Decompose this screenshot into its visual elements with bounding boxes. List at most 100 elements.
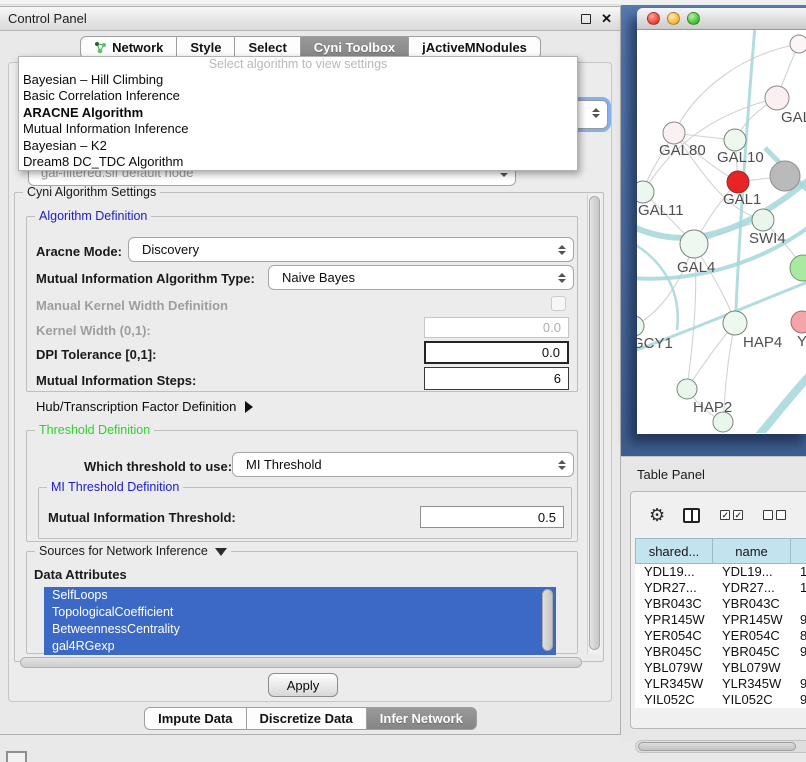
network-graph: GALGAL80GAL10GAL1GAL11SWI4GAL4GCY1HAP4YH… (637, 30, 806, 433)
dpi-tolerance-field[interactable]: 0.0 (424, 341, 569, 364)
mi-steps-field[interactable]: 6 (424, 367, 569, 390)
table-cell: YER054C (635, 628, 713, 644)
app-toolbar-edge (0, 0, 621, 5)
table-row[interactable]: YPR145WYPR145W9. (635, 612, 806, 628)
network-node-gal80[interactable] (663, 122, 685, 144)
table-cell: YDL19... (713, 564, 791, 580)
tab-infer-network[interactable]: Infer Network (367, 707, 477, 730)
settings-horizontal-scrollbar[interactable] (20, 657, 582, 668)
table-row[interactable]: YDR27...YDR27...12 (635, 580, 806, 596)
popup-hint: Select algorithm to view settings (19, 57, 577, 72)
aracne-mode-value: Discovery (142, 242, 199, 257)
network-node-gcy1[interactable] (637, 316, 644, 336)
table-cell: YBR043C (713, 596, 791, 612)
mi-threshold-field[interactable]: 0.5 (420, 506, 564, 528)
kernel-width-value: 0.0 (543, 320, 561, 335)
dpi-tolerance-label: DPI Tolerance [0,1]: (36, 347, 156, 363)
tab-discretize-data[interactable]: Discretize Data (247, 707, 367, 730)
tab-label: Network (112, 40, 163, 55)
algorithm-option[interactable]: Basic Correlation Inference (19, 88, 577, 104)
expanded-arrow-icon (215, 548, 227, 556)
table-panel-title: Table Panel (637, 467, 705, 482)
algorithm-option[interactable]: Bayesian – Hill Climbing (19, 72, 577, 88)
network-node-gal4[interactable] (680, 230, 708, 258)
data-attributes-list[interactable]: SelfLoopsTopologicalCoefficientBetweenne… (44, 587, 556, 655)
table-row[interactable]: YER054CYER054C8. (635, 628, 806, 644)
settings-group-title: Cyni Algorithm Settings (23, 185, 160, 199)
network-node-gal[interactable] (765, 86, 789, 110)
table-row[interactable]: YBR045CYBR045C9. (635, 644, 806, 660)
column-header[interactable]: A (791, 538, 806, 564)
network-node-hap2[interactable] (677, 379, 697, 399)
network-canvas[interactable]: GALGAL80GAL10GAL1GAL11SWI4GAL4GCY1HAP4YH… (637, 30, 806, 433)
network-node-y[interactable] (791, 311, 806, 333)
network-edge (637, 244, 694, 326)
table-cell: YBR045C (635, 644, 713, 660)
table-row[interactable]: YLR345WYLR345W9. (635, 676, 806, 692)
settings-gear-icon[interactable]: ⚙ (649, 506, 665, 524)
mi-type-combo[interactable]: Naive Bayes (268, 265, 574, 290)
table-row[interactable]: YBL079WYBL079W (635, 660, 806, 676)
network-node-gal1[interactable] (727, 171, 749, 193)
minimize-window-icon[interactable] (667, 12, 680, 25)
table-cell: YBR045C (713, 644, 791, 660)
which-threshold-combo[interactable]: MI Threshold (232, 452, 574, 477)
table-cell: 9. (791, 644, 806, 660)
network-node-hap4[interactable] (723, 311, 747, 335)
node-label: GAL11 (638, 202, 684, 219)
attribute-list-item[interactable]: gal4RGexp (44, 638, 556, 655)
float-window-icon[interactable] (581, 14, 591, 24)
panel-title: Control Panel (8, 11, 87, 26)
table-cell: 9. (791, 676, 806, 692)
deselect-all-checkboxes-icon[interactable] (763, 510, 786, 520)
attribute-list-item[interactable]: TopologicalCoefficient (44, 604, 556, 621)
network-node-gal11[interactable] (637, 181, 654, 203)
minimized-panel-icon[interactable] (6, 751, 27, 762)
table-row[interactable]: YDL19...YDL19...13 (635, 564, 806, 580)
mi-type-value: Naive Bayes (282, 270, 355, 285)
network-node-gal10[interactable] (724, 129, 746, 151)
tab-label: Infer Network (380, 711, 463, 726)
node-label: GAL (781, 109, 806, 126)
table-horizontal-scrollbar[interactable] (635, 740, 806, 753)
table-container: ⚙ ✓✓ shared...nameA YDL19...YDL19...13YD… (630, 491, 806, 729)
zoom-window-icon[interactable] (687, 12, 700, 25)
network-node[interactable] (770, 161, 800, 191)
aracne-mode-label: Aracne Mode: (36, 244, 122, 260)
aracne-mode-combo[interactable]: Discovery (128, 237, 574, 262)
close-icon[interactable]: ✕ (601, 14, 612, 24)
node-table: shared...nameA YDL19...YDL19...13YDR27..… (635, 538, 806, 708)
network-node[interactable] (790, 255, 806, 281)
table-row[interactable]: YBR043CYBR043C (635, 596, 806, 612)
algorithm-option[interactable]: Mutual Information Inference (19, 121, 577, 137)
tab-label: Discretize Data (260, 711, 353, 726)
table-row[interactable]: YIL052CYIL052C9 (635, 692, 806, 708)
attribute-list-item[interactable]: BetweennessCentrality (44, 621, 556, 638)
algorithm-option[interactable]: ARACNE Algorithm (19, 105, 577, 121)
attribute-list-item[interactable]: SelfLoops (44, 587, 556, 604)
manual-kernel-checkbox[interactable] (551, 296, 566, 311)
column-header[interactable]: name (713, 538, 791, 564)
table-cell: YLR345W (635, 676, 713, 692)
settings-vertical-scrollbar[interactable] (587, 194, 601, 654)
which-threshold-value: MI Threshold (246, 457, 322, 472)
network-node-swi4[interactable] (752, 209, 774, 231)
network-node[interactable] (790, 35, 806, 53)
table-cell: YIL052C (713, 692, 791, 708)
algorithm-option[interactable]: Dream8 DC_TDC Algorithm (19, 154, 577, 170)
algorithm-option[interactable]: Bayesian – K2 (19, 138, 577, 154)
table-cell: YPR145W (635, 612, 713, 628)
select-all-checkboxes-icon[interactable]: ✓✓ (720, 510, 743, 520)
tab-impute-data[interactable]: Impute Data (144, 707, 246, 730)
node-label: HAP4 (743, 334, 782, 351)
apply-button[interactable]: Apply (268, 673, 338, 697)
hub-definition-expander[interactable]: Hub/Transcription Factor Definition (36, 399, 253, 414)
table-cell: 9. (791, 612, 806, 628)
column-header[interactable]: shared... (635, 538, 713, 564)
network-node[interactable] (713, 412, 733, 432)
table-header-row: shared...nameA (635, 538, 806, 564)
sources-group-title: Sources for Network Inference (35, 544, 231, 558)
split-columns-icon[interactable] (683, 508, 700, 523)
close-window-icon[interactable] (647, 12, 660, 25)
list-scrollbar[interactable] (542, 589, 553, 651)
